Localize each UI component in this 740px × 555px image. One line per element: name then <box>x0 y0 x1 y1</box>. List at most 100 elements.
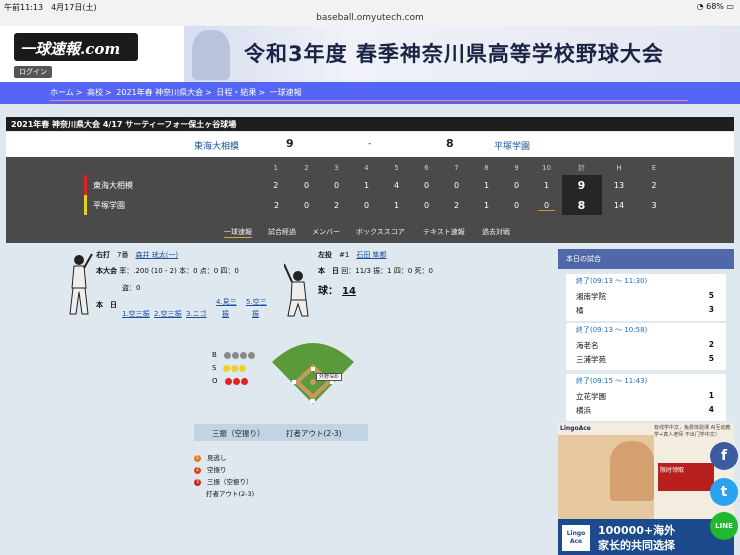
inning-score: 2 <box>333 200 340 210</box>
tab-live[interactable]: 一球速報 <box>224 227 252 238</box>
hits-header: H <box>616 164 622 172</box>
today-game-card[interactable]: 終了(09:13 ～ 10:58) 海老名 2 三浦学苑 5 <box>566 323 726 370</box>
breadcrumb: ホーム > 高校 > 2021年春 神奈川県大会 > 日程・結果 > 一球速報 <box>0 82 740 104</box>
errors: 2 <box>651 180 657 190</box>
site-logo[interactable]: 一球速報.com <box>14 33 138 61</box>
inning-score: 0 <box>303 180 310 190</box>
batter-silhouette-icon <box>69 253 93 315</box>
inning-score: 0 <box>532 195 562 215</box>
strike-dot-icon <box>223 364 231 372</box>
game-info-bar: 2021年春 神奈川県大会 4/17 サーティーフォー保土ヶ谷球場 <box>6 117 734 131</box>
out-count: O <box>212 376 249 386</box>
pitch-count: 球： 14 <box>318 286 356 297</box>
today-game-card[interactable]: 終了(09:13 ～ 11:30) 湘南学院 5 橘3 <box>566 274 726 321</box>
team-name: 平塚学園 <box>84 195 262 215</box>
pitch-log-item: 2 空振り <box>194 466 227 474</box>
inning-score: 1 <box>483 200 490 210</box>
ad-logo: Lingo Ace <box>562 525 590 551</box>
inning-score: 0 <box>453 180 460 190</box>
breadcrumb-highschool[interactable]: 高校 <box>87 88 103 97</box>
ad-person-image <box>610 441 654 501</box>
breadcrumb-home[interactable]: ホーム <box>50 88 74 97</box>
total-runs: 9 <box>561 175 602 195</box>
pitcher-stats: 本 日 回：11/3 振：1 四：0 死：0 <box>318 267 433 275</box>
errors-header: E <box>651 164 657 172</box>
team-name: 東海大相模 <box>84 175 262 195</box>
banner-title: 令和3年度 春季神奈川県高等学校野球大会 <box>244 42 664 66</box>
battery-indicator: ◔ 68% ▭ <box>696 2 734 11</box>
inning-score: 0 <box>303 200 310 210</box>
pitcher-silhouette-icon <box>284 263 309 317</box>
away-score: 8 <box>446 137 454 150</box>
tournament-banner[interactable]: 令和3年度 春季神奈川県高等学校野球大会 <box>184 26 740 82</box>
ad-headline: 100000+海外 家长的共同选择 <box>598 524 676 552</box>
inning-score: 2 <box>453 200 460 210</box>
inning-score: 1 <box>543 180 550 190</box>
breadcrumb-schedule[interactable]: 日程・結果 <box>216 88 256 97</box>
batter-today-label: 本 日 <box>96 301 117 309</box>
advertisement[interactable]: LingoAce 有线学中文，兔费体验课 AI互动教学+真人老师 不出门学中文！… <box>558 423 734 555</box>
inning-header: 10 <box>542 164 551 172</box>
status-bar: 午前11:13 4月17日(土) baseball.omyutech.com ◔… <box>0 0 740 26</box>
scoreboard-row-away: 平塚学園 2 0 2 0 1 0 2 1 0 0 8 14 3 <box>84 195 672 215</box>
inning-header: 8 <box>484 164 489 172</box>
tab-members[interactable]: メンバー <box>312 227 340 237</box>
batter-header: 右打 7番 森井 珖太(一) <box>96 251 179 259</box>
tab-boxscore[interactable]: ボックススコア <box>356 227 405 237</box>
inning-score: 0 <box>513 180 520 190</box>
twitter-share-icon[interactable]: t <box>710 478 738 506</box>
inning-score: 1 <box>363 180 370 190</box>
breadcrumb-current: 一球速報 <box>269 88 302 97</box>
play-result: 三振（空振り） 打者アウト(2-3) <box>194 424 368 441</box>
batter-at-bat: 2.空三振 <box>154 310 182 318</box>
inning-score: 4 <box>393 180 400 190</box>
ad-top-text: 有线学中文，兔费体验课 AI互动教学+真人老师 不出门学中文！ <box>654 425 731 438</box>
inning-score: 0 <box>513 200 520 210</box>
away-team-link[interactable]: 平塚学園 <box>494 139 530 152</box>
inning-header: 4 <box>364 164 369 172</box>
banner-player-graphic <box>192 30 230 80</box>
pitch-log-footer: 打者アウト(2-3) <box>206 490 255 498</box>
batter-stats: 本大会 率：.200 (10 - 2) 本：0 点：0 四：0 <box>96 267 239 275</box>
tab-history[interactable]: 過去対戦 <box>482 227 510 237</box>
inning-score: 0 <box>333 180 340 190</box>
ad-promo: 限时领取 <box>658 463 714 491</box>
hits: 13 <box>613 180 625 190</box>
score-line: 東海大相模 9 - 8 平塚学園 <box>6 132 734 157</box>
batter-name-link[interactable]: 森井 珖太(一) <box>135 251 178 259</box>
pitch-log-item: 3 三振（空振り） <box>194 478 253 486</box>
home-score: 9 <box>286 137 294 150</box>
facebook-share-icon[interactable]: f <box>710 442 738 470</box>
tab-text[interactable]: テキスト速報 <box>423 227 465 237</box>
breadcrumb-divider <box>50 100 688 101</box>
ball-count: B <box>212 350 256 360</box>
score-dash: - <box>368 139 372 149</box>
tab-progress[interactable]: 試合経過 <box>268 227 296 237</box>
inning-header: 9 <box>514 164 519 172</box>
inning-score: 0 <box>423 180 430 190</box>
play-description: 三振（空振り） <box>212 429 265 438</box>
baseball-field-diagram <box>272 343 354 404</box>
pitcher-name-link[interactable]: 石田 隼都 <box>356 251 386 259</box>
field-label: 外野深め <box>316 373 342 381</box>
play-outcome: 打者アウト(2-3) <box>286 429 342 438</box>
today-game-card[interactable]: 終了(09:15 ～ 11:43) 立花学園 1 横浜 4 <box>566 374 726 421</box>
line-share-icon[interactable]: LINE <box>710 512 738 540</box>
batter-at-bat: 4.見三 <box>216 298 237 306</box>
url-bar[interactable]: baseball.omyutech.com <box>0 13 740 23</box>
inning-header: 2 <box>304 164 309 172</box>
inning-score: 1 <box>483 180 490 190</box>
breadcrumb-tournament[interactable]: 2021年春 神奈川県大会 <box>116 88 203 97</box>
hits: 14 <box>613 200 625 210</box>
ball-dot-icon <box>223 351 231 359</box>
out-dot-icon <box>224 377 232 385</box>
inning-score: 0 <box>363 200 370 210</box>
batter-at-bat: 振 <box>222 310 229 318</box>
pitcher-header: 左投 #1 石田 隼都 <box>318 251 387 259</box>
inning-score: 1 <box>393 200 400 210</box>
login-button[interactable]: ログイン <box>14 66 52 78</box>
batter-at-bat: 5.空三 <box>246 298 267 306</box>
today-games-header: 本日の試合 <box>558 249 734 269</box>
batter-at-bat: 1.空三振 <box>122 310 150 318</box>
home-team-link[interactable]: 東海大相模 <box>194 139 239 152</box>
